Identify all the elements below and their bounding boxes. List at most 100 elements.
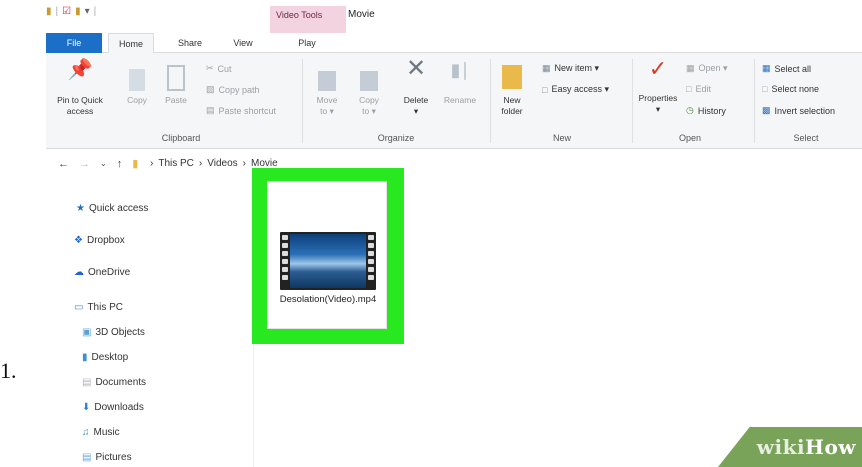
properties-dropdown-arrow[interactable]: ▾	[634, 104, 682, 115]
move-to-label-line2: to ▾	[320, 106, 334, 116]
nav-desktop[interactable]: ▮ Desktop	[82, 352, 128, 363]
rename-button[interactable]: ▮∣ Rename	[440, 60, 480, 106]
address-bar: ← → ⌄ ↑ ▮ › This PC › Videos › Movie	[46, 150, 862, 178]
paste-label: Paste	[165, 95, 187, 105]
nav-onedrive[interactable]: ☁ OneDrive	[74, 267, 130, 278]
nav-label: Desktop	[91, 352, 129, 363]
pin-to-quick-access-button[interactable]: 📌 Pin to Quick access	[46, 59, 114, 117]
separator: |	[55, 6, 59, 17]
new-folder-button[interactable]: New folder	[494, 61, 530, 117]
ribbon: 📌 Pin to Quick access Copy Paste ✂ Cut ▧ C…	[46, 53, 862, 149]
new-item-label: New item ▾	[554, 63, 600, 73]
documents-folder-icon: ▤	[82, 377, 92, 388]
nav-label: Quick access	[88, 203, 149, 214]
copy-button[interactable]: Copy	[122, 65, 152, 106]
divider	[754, 59, 755, 143]
star-icon: ★	[76, 203, 85, 214]
folder-icon: ▮	[132, 158, 139, 170]
paste-icon	[160, 61, 192, 95]
nav-downloads[interactable]: ⬇ Downloads	[82, 402, 144, 413]
new-group-label: New	[552, 133, 571, 143]
history-icon: ◷	[686, 105, 694, 115]
copy-to-button[interactable]: Copy to ▾	[352, 65, 386, 117]
separator: |	[93, 6, 97, 17]
rename-icon: ▮∣	[450, 60, 470, 80]
cut-label: Cut	[217, 63, 232, 74]
organize-group-label: Organize	[377, 133, 415, 143]
copy-icon	[122, 65, 152, 95]
divider	[490, 59, 491, 143]
paste-button[interactable]: Paste	[160, 61, 192, 106]
nav-documents[interactable]: ▤ Documents	[82, 377, 146, 388]
breadcrumb-separator[interactable]: ›	[243, 158, 246, 169]
divider	[302, 59, 303, 143]
history-button[interactable]: ◷ History	[686, 105, 726, 116]
open-button[interactable]: ▦ Open ▾	[686, 63, 728, 74]
invert-selection-button[interactable]: ▩ Invert selection	[762, 105, 835, 116]
pin-icon: 📌	[67, 59, 93, 81]
tab-share[interactable]: Share	[172, 33, 208, 53]
invert-selection-icon: ▩	[762, 105, 771, 115]
properties-label: Properties	[638, 93, 678, 103]
nav-this-pc[interactable]: ▭ This PC	[74, 302, 123, 313]
cut-button[interactable]: ✂ Cut	[206, 63, 232, 74]
recent-locations-chevron-icon[interactable]: ⌄	[100, 159, 107, 168]
tab-play[interactable]: Play	[292, 33, 322, 53]
video-file-item[interactable]: Desolation(Video).mp4	[267, 181, 387, 329]
new-item-icon: ▦	[542, 63, 551, 73]
easy-access-button[interactable]: □ Easy access ▾	[542, 84, 609, 95]
dropbox-icon: ❖	[74, 235, 83, 246]
folder-icon[interactable]: ▮	[46, 6, 52, 17]
nav-pictures[interactable]: ▤ Pictures	[82, 452, 132, 463]
nav-label: 3D Objects	[95, 327, 145, 338]
breadcrumb-separator[interactable]: ›	[150, 158, 153, 169]
properties-button[interactable]: ✓ Properties ▾	[634, 56, 682, 115]
downloads-folder-icon: ⬇	[82, 402, 91, 413]
back-arrow-icon[interactable]: ←	[58, 158, 69, 170]
breadcrumb-this-pc[interactable]: This PC	[158, 158, 194, 169]
copy-to-icon	[352, 65, 386, 95]
select-all-label: Select all	[774, 63, 812, 74]
tab-home[interactable]: Home	[108, 33, 154, 53]
up-arrow-icon[interactable]: ↑	[117, 158, 123, 170]
computer-icon: ▭	[74, 302, 84, 313]
nav-label: Downloads	[94, 402, 144, 413]
breadcrumb-videos[interactable]: Videos	[207, 158, 237, 169]
paste-shortcut-button[interactable]: ▤ Paste shortcut	[206, 105, 276, 116]
nav-quick-access[interactable]: ★ Quick access	[76, 203, 148, 214]
delete-button[interactable]: ✕ Delete ▾	[396, 57, 436, 117]
history-label: History	[697, 105, 726, 116]
move-to-button[interactable]: Move to ▾	[310, 65, 344, 117]
nav-label: OneDrive	[88, 267, 131, 278]
pin-label-line1: Pin to Quick	[57, 95, 103, 105]
cube-icon: ▣	[82, 327, 92, 338]
select-none-button[interactable]: □ Select none	[762, 84, 819, 94]
forward-arrow-icon[interactable]: →	[79, 158, 90, 170]
tab-file[interactable]: File	[46, 33, 102, 53]
open-group-label: Open	[678, 133, 702, 143]
nav-label: Music	[93, 427, 120, 438]
edit-button[interactable]: □ Edit	[686, 84, 711, 94]
folder-icon[interactable]: ▮	[75, 6, 81, 17]
delete-dropdown-arrow[interactable]: ▾	[396, 106, 436, 117]
copy-label: Copy	[127, 95, 147, 105]
film-strip-left	[280, 232, 290, 290]
dropdown-icon[interactable]: ▾	[85, 6, 90, 17]
nav-buttons: ← → ⌄ ↑ ▮	[58, 157, 139, 171]
tab-view[interactable]: View	[228, 33, 258, 53]
new-item-button[interactable]: ▦ New item ▾	[542, 63, 599, 74]
check-icon: ✓	[648, 56, 668, 81]
checkbox-icon[interactable]: ☑	[62, 6, 71, 17]
select-all-button[interactable]: ▦ Select all	[762, 63, 811, 74]
watermark-how: How	[805, 435, 856, 459]
navigation-pane: ★ Quick access ❖ Dropbox ☁ OneDrive ▭ This P…	[46, 185, 254, 467]
nav-label: Pictures	[95, 452, 132, 463]
nav-3d-objects[interactable]: ▣ 3D Objects	[82, 327, 145, 338]
breadcrumb-separator[interactable]: ›	[199, 158, 202, 169]
invert-selection-label: Invert selection	[774, 105, 836, 116]
copy-path-button[interactable]: ▧ Copy path	[206, 84, 260, 95]
nav-music[interactable]: ♫ Music	[82, 427, 120, 438]
edit-icon: □	[686, 84, 692, 94]
window-title: Movie	[348, 9, 375, 20]
nav-dropbox[interactable]: ❖ Dropbox	[74, 235, 125, 246]
